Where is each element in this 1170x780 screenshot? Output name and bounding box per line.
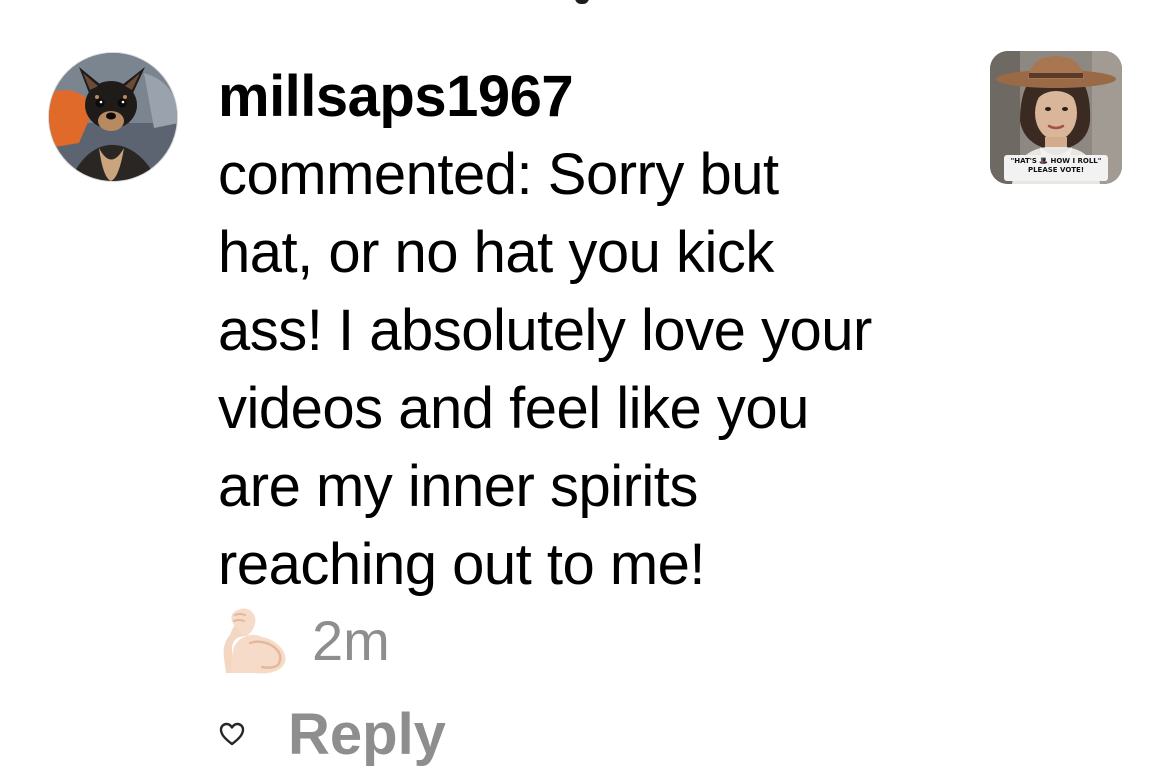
comment-line: are my inner spirits xyxy=(218,454,698,519)
comment-line: ass! I absolutely love your xyxy=(218,298,872,363)
post-thumbnail[interactable]: "HAT'S 🎩 HOW I ROLL" PLEASE VOTE! xyxy=(990,51,1122,184)
dog-avatar-image xyxy=(49,53,177,181)
comment-line: commented: Sorry but xyxy=(218,142,779,207)
flexed-biceps-icon xyxy=(223,608,286,674)
heart-outline-icon[interactable] xyxy=(218,720,246,748)
reply-button[interactable]: Reply xyxy=(288,701,446,768)
comment-line: hat, or no hat you kick xyxy=(218,220,774,285)
thumbnail-caption: "HAT'S 🎩 HOW I ROLL" PLEASE VOTE! xyxy=(990,157,1122,175)
comment-actions: Reply xyxy=(218,698,446,770)
comment-meta-row: 2m xyxy=(218,600,390,680)
thumbnail-caption-line: "HAT'S 🎩 HOW I ROLL" xyxy=(1010,157,1102,165)
comment-line: reaching out to me! xyxy=(218,532,706,597)
comment-line: videos and feel like you xyxy=(218,376,809,441)
avatar[interactable] xyxy=(48,52,178,182)
username[interactable]: millsaps1967 xyxy=(218,58,958,136)
thumbnail-caption-line: PLEASE VOTE! xyxy=(1027,166,1085,174)
timestamp: 2m xyxy=(312,608,390,672)
comment-text-block: millsaps1967 commented: Sorry but hat, o… xyxy=(218,58,958,604)
comment-notification[interactable]: millsaps1967 commented: Sorry but hat, o… xyxy=(0,0,1170,780)
